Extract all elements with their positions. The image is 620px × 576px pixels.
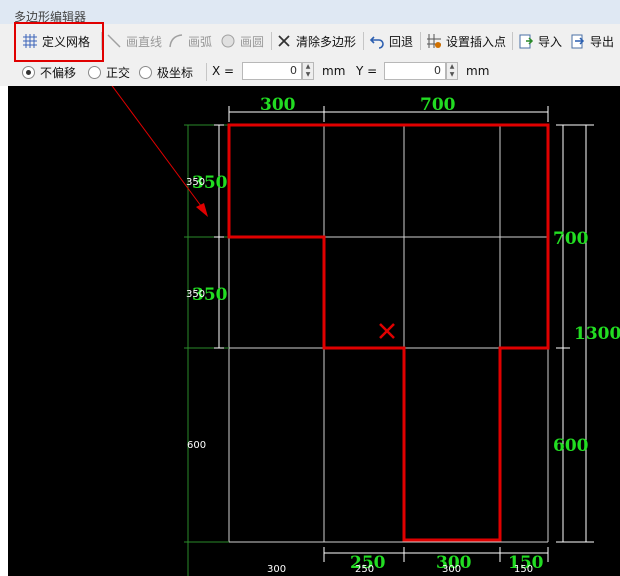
draw-circle-button[interactable]: 画圆: [220, 30, 264, 52]
export-label: 导出: [590, 34, 615, 49]
arc-icon: [168, 33, 184, 49]
circle-icon: [220, 33, 236, 49]
draw-circle-label: 画圆: [240, 34, 265, 49]
draw-line-button[interactable]: 画直线: [106, 30, 162, 52]
no-offset-radio[interactable]: 不偏移: [22, 64, 76, 81]
x-spinner[interactable]: ▲ ▼: [302, 62, 314, 80]
toolbar-separator: [271, 32, 272, 50]
insert-point-icon: [426, 33, 442, 49]
dim-top-1: 300: [260, 95, 296, 115]
line-icon: [106, 33, 122, 49]
dim-left-white-3: 600: [187, 440, 206, 451]
toolbar-separator: [512, 32, 513, 50]
polar-radio[interactable]: 极坐标: [139, 64, 193, 81]
import-label: 导入: [538, 34, 563, 49]
import-button[interactable]: 导入: [518, 30, 562, 52]
clear-polygon-label: 清除多边形: [296, 34, 357, 49]
drawing-canvas[interactable]: 300 700 350 350 700 1300 600 250 300 150…: [8, 86, 620, 576]
set-insert-point-button[interactable]: 设置插入点: [426, 30, 506, 52]
set-insert-point-label: 设置插入点: [446, 34, 507, 49]
y-label: Y =: [356, 64, 378, 78]
undo-button[interactable]: 回退: [369, 30, 413, 52]
radio-dot: [22, 66, 35, 79]
draw-line-label: 画直线: [126, 34, 163, 49]
undo-label: 回退: [389, 34, 414, 49]
insert-point-marker: [379, 323, 395, 339]
title-bar: 多边形编辑器: [0, 0, 620, 24]
orthogonal-radio[interactable]: 正交: [88, 64, 130, 81]
x-label: X =: [212, 64, 235, 78]
y-spinner[interactable]: ▲ ▼: [446, 62, 458, 80]
dim-left-white-1: 350: [186, 177, 205, 188]
x-input[interactable]: 0: [242, 62, 302, 80]
dim-bottom-white-1: 300: [267, 564, 286, 575]
no-offset-label: 不偏移: [40, 66, 77, 80]
highlight-box: [14, 22, 104, 62]
x-icon: [276, 33, 292, 49]
dim-bottom-white-2: 250: [355, 564, 374, 575]
radio-dot: [139, 66, 152, 79]
left-white-dimension: [214, 124, 224, 349]
dim-right-1: 700: [553, 229, 589, 249]
polar-label: 极坐标: [157, 66, 194, 80]
drawing-svg: 300 700 350 350 700 1300 600 250 300 150…: [111, 86, 620, 576]
dim-right-3: 600: [553, 436, 589, 456]
undo-icon: [369, 33, 385, 49]
y-unit: mm: [466, 64, 490, 78]
export-button[interactable]: 导出: [570, 30, 614, 52]
toolbar-separator: [420, 32, 421, 50]
radio-dot: [88, 66, 101, 79]
draw-arc-button[interactable]: 画弧: [168, 30, 212, 52]
x-unit: mm: [322, 64, 346, 78]
clear-polygon-button[interactable]: 清除多边形: [276, 30, 356, 52]
dim-bottom-white-3: 300: [442, 564, 461, 575]
dim-top-2: 700: [420, 95, 456, 115]
orthogonal-label: 正交: [106, 66, 131, 80]
options-separator: [206, 63, 207, 81]
dim-bottom-white-4: 150: [514, 564, 533, 575]
left-edge-panel: [0, 86, 8, 576]
import-icon: [518, 33, 534, 49]
options-bar: 不偏移 正交 极坐标 X = 0 ▲ ▼ mm Y = 0 ▲ ▼ mm: [0, 58, 620, 87]
dim-right-2: 1300: [574, 324, 620, 344]
annotation-arrow: [111, 86, 208, 217]
toolbar-separator: [363, 32, 364, 50]
dim-left-white-2: 350: [186, 289, 205, 300]
draw-arc-label: 画弧: [188, 34, 213, 49]
y-input[interactable]: 0: [384, 62, 446, 80]
export-icon: [570, 33, 586, 49]
